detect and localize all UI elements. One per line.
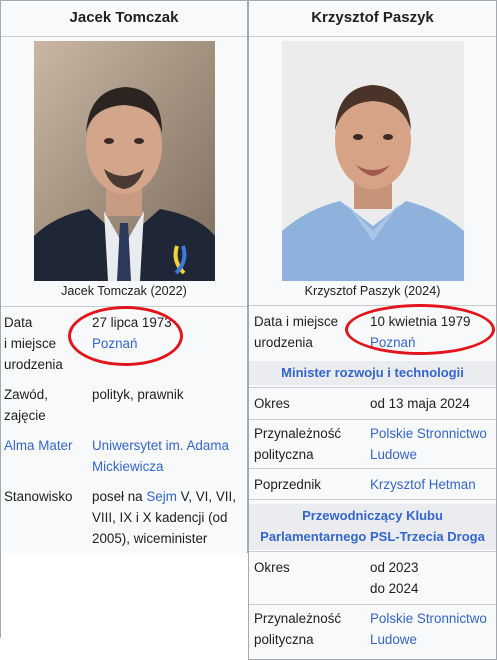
- annotation-oval-right: [345, 304, 495, 355]
- university-link[interactable]: Uniwersytet im. Adama Mickiewicza: [92, 435, 229, 477]
- portrait-caption: Jacek Tomczak (2022): [61, 284, 187, 298]
- portrait-photo[interactable]: [282, 41, 464, 281]
- link-line[interactable]: Polskie Stronnictwo: [370, 608, 487, 629]
- portrait-caption: Krzysztof Paszyk (2024): [304, 284, 441, 298]
- section-heading-text[interactable]: Przewodniczący Klubu: [249, 505, 496, 526]
- position-line: VIII, IX i X kadencji (od: [92, 510, 228, 525]
- label-line: Data: [4, 315, 33, 330]
- link-line[interactable]: Mickiewicza: [92, 456, 229, 477]
- party-label: Przynależność polityczna: [254, 423, 341, 465]
- party-label: Przynależność polityczna: [254, 608, 341, 650]
- divider: [249, 499, 496, 500]
- section-heading-text[interactable]: Parlamentarnego PSL-Trzecia Droga: [249, 526, 496, 547]
- link-line[interactable]: Ludowe: [370, 444, 487, 465]
- infobox-title: Jacek Tomczak: [69, 9, 179, 26]
- divider: [249, 419, 496, 420]
- birth-label: Data i miejsce urodzenia: [254, 311, 338, 353]
- party-link[interactable]: Polskie Stronnictwo Ludowe: [370, 423, 487, 465]
- page-background: [1, 553, 249, 639]
- divider: [249, 36, 496, 37]
- divider: [249, 305, 496, 306]
- section-heading-minister[interactable]: Minister rozwoju i technologii: [249, 361, 496, 385]
- divider: [249, 604, 496, 605]
- infobox-title: Krzysztof Paszyk: [311, 9, 434, 26]
- divider: [249, 387, 496, 388]
- predecessor-label: Poprzednik: [254, 477, 321, 492]
- portrait-photo[interactable]: [34, 41, 215, 281]
- label-line: Przynależność: [254, 426, 342, 441]
- term-line: od 2023: [370, 560, 419, 575]
- term-value: od 13 maja 2024: [370, 396, 470, 411]
- link-line[interactable]: Ludowe: [370, 629, 487, 650]
- label-line: i miejsce: [4, 336, 57, 351]
- divider: [249, 551, 496, 552]
- term-label: Okres: [254, 396, 290, 411]
- party-link[interactable]: Polskie Stronnictwo Ludowe: [370, 608, 487, 650]
- occupation-value: polityk, prawnik: [92, 387, 184, 402]
- label-line: Data i miejsce: [254, 314, 339, 329]
- occupation-label: Zawód, zajęcie: [4, 384, 48, 426]
- label-line: polityczna: [254, 632, 314, 647]
- link-line[interactable]: Polskie Stronnictwo: [370, 423, 487, 444]
- position-line: poseł na Sejm V, VI, VII,: [92, 486, 248, 507]
- label-line: zajęcie: [4, 408, 46, 423]
- section-heading-text[interactable]: Minister rozwoju i technologii: [281, 365, 464, 380]
- section-heading-club[interactable]: Przewodniczący Klubu Parlamentarnego PSL…: [249, 504, 496, 550]
- annotation-oval-left: [68, 306, 183, 366]
- position-text: V, VI, VII,: [176, 489, 236, 504]
- term-value: od 2023 do 2024: [370, 557, 418, 599]
- position-label: Stanowisko: [4, 489, 73, 504]
- label-line: urodzenia: [254, 335, 313, 350]
- alma-mater-link[interactable]: Alma Mater: [4, 435, 72, 456]
- predecessor-link[interactable]: Krzysztof Hetman: [370, 474, 476, 495]
- birth-label: Data i miejsce urodzenia: [4, 312, 63, 375]
- position-line: 2005), wiceminister: [92, 531, 208, 546]
- divider: [1, 36, 247, 37]
- position-value: poseł na Sejm V, VI, VII, VIII, IX i X k…: [92, 486, 248, 549]
- sejm-link[interactable]: Sejm: [146, 489, 177, 504]
- link-line[interactable]: Uniwersytet im. Adama: [92, 435, 229, 456]
- divider: [249, 468, 496, 469]
- label-line: urodzenia: [4, 357, 63, 372]
- label-line: polityczna: [254, 447, 314, 462]
- label-line: Zawód,: [4, 387, 48, 402]
- term-line: do 2024: [370, 581, 419, 596]
- term-label: Okres: [254, 560, 290, 575]
- label-line: Przynależność: [254, 611, 342, 626]
- position-text: poseł na: [92, 489, 147, 504]
